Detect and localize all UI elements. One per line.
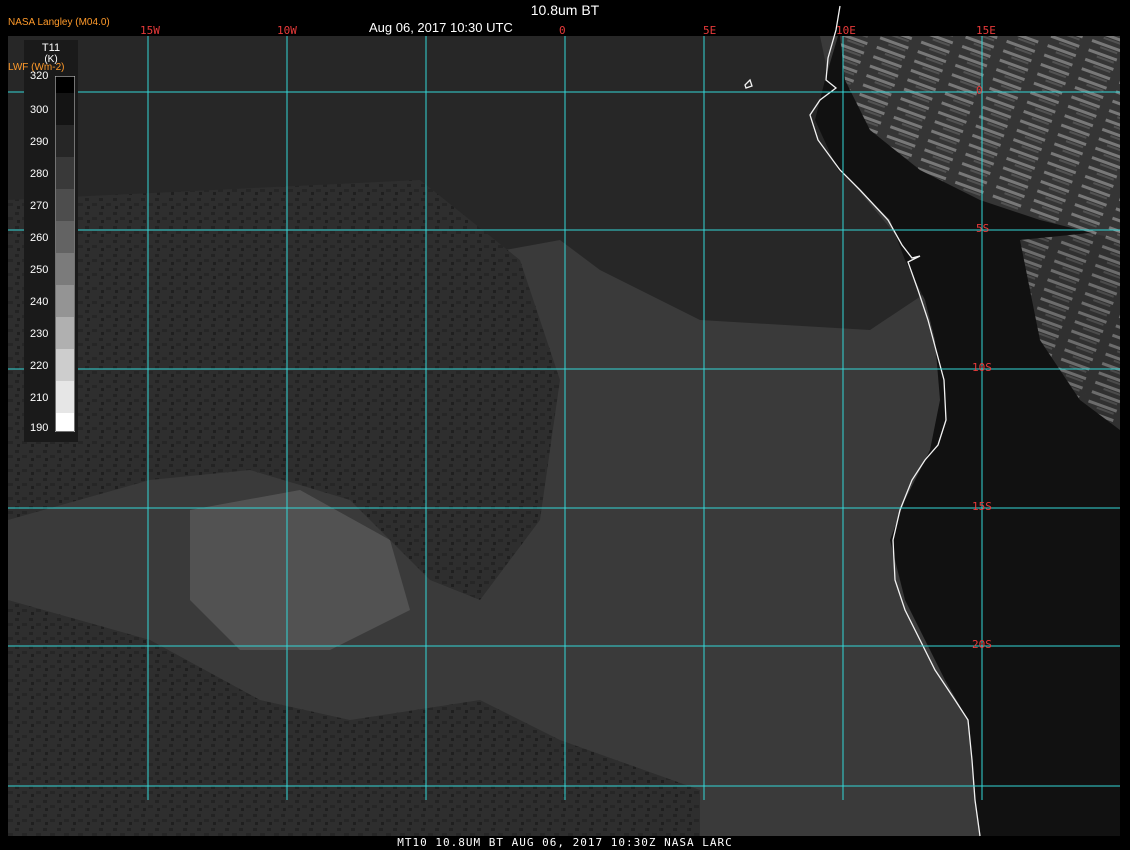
- lat-label-10s: 10S: [972, 361, 992, 374]
- legend-tick: 220: [30, 360, 49, 372]
- brand-label: NASA Langley (M04.0): [8, 17, 110, 28]
- satellite-map: [8, 5, 1120, 837]
- legend-tick: 280: [30, 168, 49, 180]
- footer-caption: MT10 10.8UM BT AUG 06, 2017 10:30Z NASA …: [397, 836, 733, 849]
- legend-tick: 190: [30, 422, 49, 434]
- lon-label-5e: 5E: [703, 24, 717, 37]
- legend-tick: 290: [30, 136, 49, 148]
- legend-tick: 250: [30, 264, 49, 276]
- lon-label-0: 0: [559, 24, 566, 37]
- lat-label-20s: 20S: [972, 638, 992, 651]
- legend-tick: 260: [30, 232, 49, 244]
- lat-label-15s: 15S: [972, 500, 992, 513]
- lat-label-5s: 5S: [976, 222, 990, 235]
- product-title: 10.8um BT: [530, 2, 600, 18]
- lon-label-15e: 15E: [976, 24, 996, 37]
- legend-colorbar: [55, 76, 75, 432]
- lon-label-10w: 10W: [277, 24, 297, 37]
- legend-tick: 230: [30, 328, 49, 340]
- legend-tick: 240: [30, 296, 49, 308]
- legend-tick: 320: [30, 70, 49, 82]
- observation-datetime: Aug 06, 2017 10:30 UTC: [369, 20, 513, 35]
- lon-label-10e: 10E: [836, 24, 856, 37]
- legend-tick: 270: [30, 200, 49, 212]
- legend-tick: 210: [30, 392, 49, 404]
- lon-label-15w: 15W: [140, 24, 160, 37]
- legend-tick: 300: [30, 104, 49, 116]
- legend-variable: T11: [41, 42, 61, 54]
- lat-label-0: 0: [976, 84, 983, 97]
